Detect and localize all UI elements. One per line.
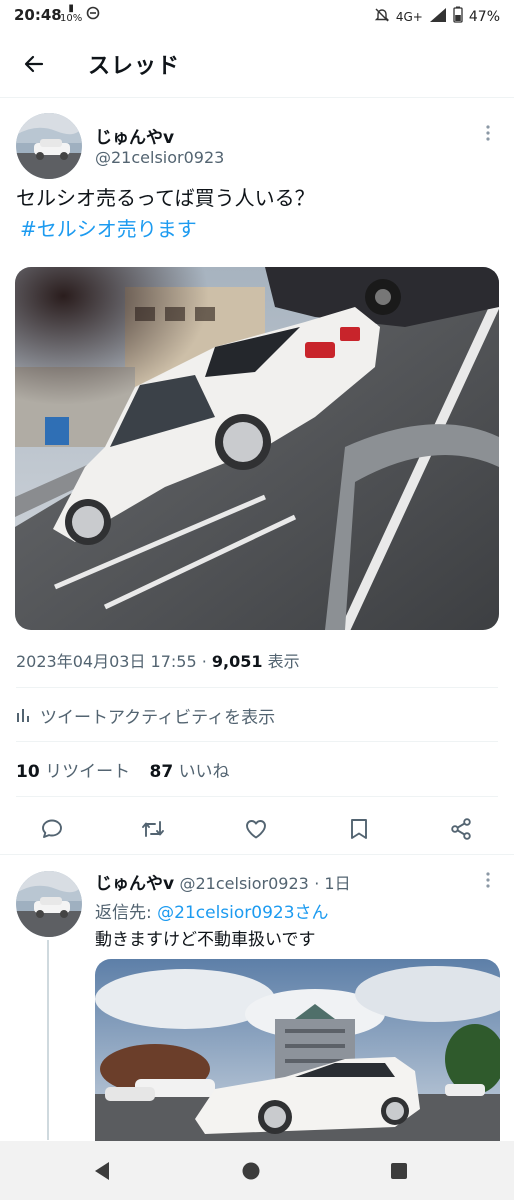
reply-to-link[interactable]: @21celsior0923さん: [157, 903, 328, 923]
bookmark-icon: [351, 819, 367, 839]
network-label: 4G+: [395, 9, 423, 24]
bar-chart-icon: [17, 709, 29, 722]
back-button[interactable]: [14, 44, 54, 84]
like-icon: [246, 820, 266, 839]
retweets-stat[interactable]: 10 リツイート: [16, 762, 130, 782]
reply-display-name[interactable]: じゅんやv: [95, 874, 174, 894]
signal-icon: [429, 7, 447, 27]
tweet-timestamp[interactable]: 2023年04月03日 17:55: [16, 652, 197, 671]
views-count: 9,051: [211, 652, 263, 671]
battery-icon: [453, 6, 463, 27]
reply-text: 動きますけど不動車扱いです: [95, 930, 316, 950]
likes-stat[interactable]: 87 いいね: [149, 762, 229, 782]
display-name[interactable]: じゅんやv: [95, 123, 174, 148]
status-bar: 20:48 ▮ 10% 4G+ 47%: [0, 0, 514, 32]
app-header: スレッド: [0, 32, 514, 98]
likes-label: いいね: [178, 762, 230, 782]
analytics-label: ツイートアクティビティを表示: [40, 707, 276, 728]
thread-line: [47, 940, 49, 1140]
likes-count: 87: [149, 762, 174, 782]
reply-icon: [42, 819, 62, 838]
reply-avatar[interactable]: [16, 871, 82, 937]
hashtag-link[interactable]: #セルシオ売ります: [20, 214, 315, 245]
retweets-label: リツイート: [45, 762, 131, 782]
user-handle[interactable]: @21celsior0923: [95, 148, 224, 167]
battery-level: 47%: [468, 8, 500, 25]
engagement-counts: 10 リツイート 87 いいね: [16, 757, 230, 782]
nav-back-button[interactable]: [89, 1158, 115, 1184]
nav-home-icon: [242, 1162, 260, 1180]
system-nav-bar: [0, 1141, 514, 1200]
view-analytics-link[interactable]: ツイートアクティビティを表示: [16, 700, 275, 730]
nav-recents-icon: [391, 1163, 407, 1179]
share-icon: [451, 818, 471, 840]
like-button[interactable]: [239, 812, 273, 846]
tweet-meta: 2023年04月03日 17:55 · 9,051 表示: [16, 648, 300, 672]
divider: [16, 687, 498, 688]
replying-to: 返信先: @21celsior0923さん: [95, 898, 329, 923]
section-divider: [0, 854, 514, 855]
tweet-body: セルシオ売るってば買う人いる？: [16, 186, 315, 210]
retweet-button[interactable]: [136, 812, 170, 846]
page-title: スレッド: [88, 54, 181, 79]
data-saver-value: 10%: [60, 13, 83, 24]
nav-home-button[interactable]: [238, 1158, 264, 1184]
tweet-photo[interactable]: [15, 267, 499, 630]
bookmark-button[interactable]: [342, 812, 376, 846]
data-saver-icon: ▮ 10%: [60, 3, 83, 24]
retweet-icon: [142, 821, 164, 837]
share-button[interactable]: [444, 812, 478, 846]
divider: [16, 796, 498, 797]
sync-icon: [86, 6, 100, 23]
reply-more-button[interactable]: [476, 868, 500, 892]
nav-recents-button[interactable]: [386, 1158, 412, 1184]
reply-handle[interactable]: @21celsior0923: [180, 874, 309, 893]
retweets-count: 10: [16, 762, 40, 782]
reply-to-prefix: 返信先:: [95, 903, 158, 923]
more-button[interactable]: [476, 121, 500, 145]
reply-button[interactable]: [35, 812, 69, 846]
reply-header: じゅんやv @21celsior0923 · 1日: [95, 869, 351, 894]
reply-photo[interactable]: [95, 959, 500, 1141]
divider: [16, 741, 498, 742]
more-icon: [486, 125, 490, 141]
tweet-text: セルシオ売るってば買う人いる？ #セルシオ売ります: [16, 183, 315, 245]
meta-separator: ·: [201, 652, 207, 671]
back-arrow-icon: [24, 55, 44, 73]
more-icon: [486, 872, 490, 888]
avatar[interactable]: [16, 113, 82, 179]
reply-age: · 1日: [314, 874, 351, 893]
views-label: 表示: [267, 652, 300, 671]
nav-back-icon: [95, 1162, 109, 1180]
status-time: 20:48: [14, 6, 62, 24]
mute-icon: [374, 7, 390, 27]
action-bar: [0, 806, 514, 850]
